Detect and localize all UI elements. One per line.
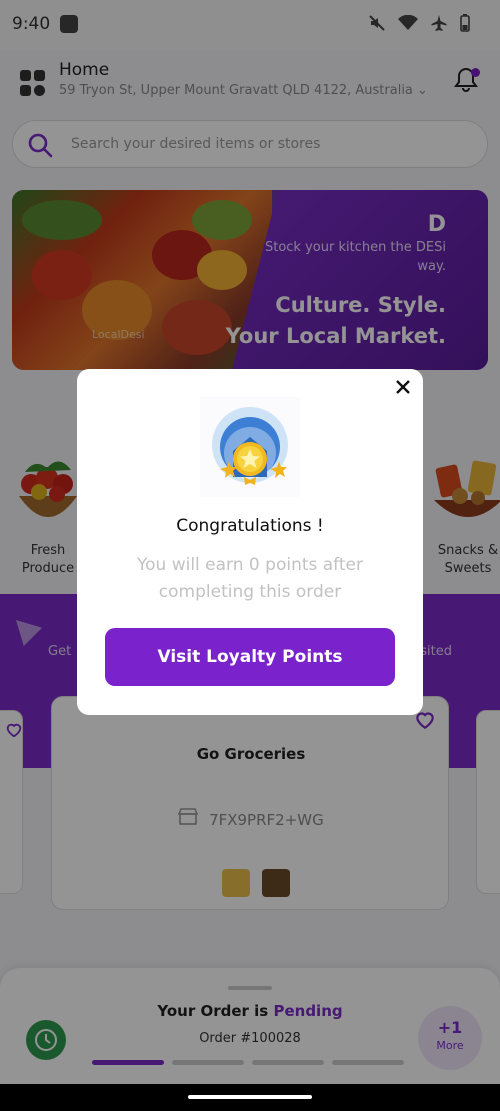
visit-loyalty-points-button[interactable]: Visit Loyalty Points bbox=[105, 628, 395, 686]
dialog-title: Congratulations ! bbox=[176, 516, 324, 536]
system-nav-bar bbox=[0, 1084, 500, 1111]
dialog-message: You will earn 0 points after completing … bbox=[137, 555, 363, 602]
close-button[interactable] bbox=[393, 377, 413, 397]
loyalty-dialog: Congratulations ! You will earn 0 points… bbox=[77, 369, 423, 715]
close-icon bbox=[396, 380, 410, 394]
medal-icon bbox=[200, 397, 300, 497]
home-gesture-handle[interactable] bbox=[188, 1095, 312, 1099]
